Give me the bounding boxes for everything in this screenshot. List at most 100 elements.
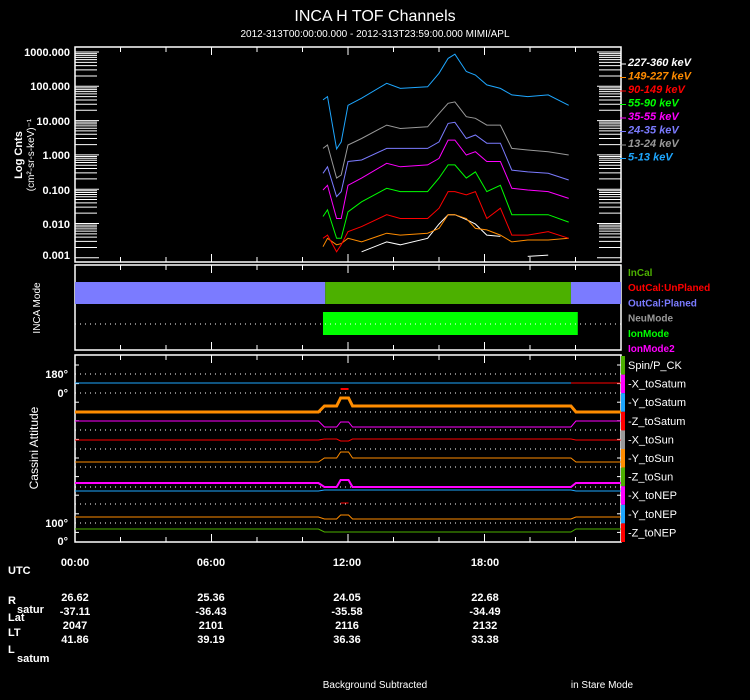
legend-swatch xyxy=(621,393,625,412)
y-axis-label: Cassini Attitude xyxy=(27,406,41,489)
flux-panel-frame xyxy=(74,46,622,263)
figure: INCA H TOF Channels 2012-313T00:00:00.00… xyxy=(8,8,710,691)
legend-swatch xyxy=(621,356,625,375)
time-tick-label: 00:00 xyxy=(61,557,89,569)
row-label: Lat xyxy=(8,612,25,624)
legend: InCal OutCal:UnPlaned OutCal:Planed NeuMode… xyxy=(628,268,710,355)
attitude-line xyxy=(75,489,621,492)
legend-label: 227-360 keV xyxy=(627,57,693,69)
attitude-panel: 180° 0° 100° 0° Cassini Attitude Spin/P_… xyxy=(27,354,686,548)
chart-title: INCA H TOF Channels xyxy=(294,8,455,25)
legend-label: NeuMode xyxy=(628,314,673,325)
legend-label: -Y_toNEP xyxy=(628,509,677,521)
legend-label: 35-55 keV xyxy=(628,111,680,123)
series-line xyxy=(527,254,549,257)
ephemeris-value: -34.49 xyxy=(469,606,500,618)
ephemeris-value: 26.62 xyxy=(61,592,89,604)
ephemeris-value: 2101 xyxy=(199,620,223,632)
mode-interval-bar xyxy=(75,282,326,304)
legend-label: 55-90 keV xyxy=(628,98,680,110)
y-tick-label: 0.010 xyxy=(42,219,70,231)
y-axis-units: (cm²-sr-s-keV)⁻¹ xyxy=(26,118,37,191)
legend-label: InCal xyxy=(628,268,653,279)
attitude-line xyxy=(75,420,621,428)
row-label: LT xyxy=(8,627,21,639)
legend-label: -Z_toNEP xyxy=(628,527,676,539)
legend-label: 149-227 keV xyxy=(628,71,693,83)
legend: 227-360 keV 149-227 keV90-149 keV 55-90 ke… xyxy=(620,57,693,164)
ephemeris-value: 25.36 xyxy=(197,592,225,604)
legend-label: OutCal:UnPlaned xyxy=(628,283,710,294)
y-tick-label: 1000.000 xyxy=(24,47,70,59)
legend-swatch xyxy=(621,449,625,468)
mode-panel: INCA Mode InCal OutCal:UnPlaned OutCal:Pla… xyxy=(32,264,710,355)
ephemeris-value: 2116 xyxy=(335,620,359,632)
ephemeris-value: 2132 xyxy=(473,620,497,632)
utc-label: UTC xyxy=(8,565,31,577)
ephemeris-value: 2047 xyxy=(63,620,87,632)
time-tick-label: 06:00 xyxy=(197,557,225,569)
mode-interval-bar xyxy=(325,282,571,304)
legend-label: -Z_toSatum xyxy=(628,416,685,428)
chart-subtitle: 2012-313T00:00:00.000 - 2012-313T23:59:0… xyxy=(240,29,510,40)
legend-label: -X_toSun xyxy=(628,434,674,446)
ephemeris-value: 22.68 xyxy=(471,592,499,604)
legend-label: 13-24 keV xyxy=(628,138,680,150)
ephemeris-value: 41.86 xyxy=(61,634,89,646)
y-tick-label: 10.000 xyxy=(36,116,70,128)
attitude-line xyxy=(75,479,621,488)
y-tick-label: 0.100 xyxy=(42,185,70,197)
y-tick-label: 100.000 xyxy=(30,81,70,93)
legend-label: -X_toSatum xyxy=(628,379,686,391)
flux-panel: 1000.000 100.000 10.000 1.000 0.100 0.01… xyxy=(13,46,693,263)
ephemeris-value: 39.19 xyxy=(197,634,225,646)
legend-swatch xyxy=(621,504,625,524)
y-tick-label: 0° xyxy=(57,388,68,400)
y-axis-label: INCA Mode xyxy=(32,282,43,334)
row-label-subscript: satum xyxy=(17,653,50,665)
footer-background-note: Background Subtracted xyxy=(323,680,428,691)
attitude-line xyxy=(75,451,621,463)
mode-panel-frame xyxy=(74,264,622,351)
legend-swatch xyxy=(621,467,625,487)
ephemeris-value: 33.38 xyxy=(471,634,499,646)
series-line xyxy=(322,214,569,247)
ephemeris-value: -36.43 xyxy=(195,606,226,618)
legend-label: IonMode2 xyxy=(628,344,675,355)
legend-label: -Y_toSatum xyxy=(628,397,686,409)
footer-mode-note: in Stare Mode xyxy=(571,680,634,691)
ephemeris-value: 24.05 xyxy=(333,592,361,604)
row-label: R xyxy=(8,595,16,607)
legend-swatch xyxy=(621,486,625,505)
legend-label: IonMode xyxy=(628,329,670,340)
y-tick-label: 1.000 xyxy=(42,150,70,162)
time-tick-label: 18:00 xyxy=(471,557,499,569)
legend-label: -Z_toSun xyxy=(628,472,673,484)
legend-label: -X_toNEP xyxy=(628,490,677,502)
series-line xyxy=(322,121,569,198)
legend-swatch xyxy=(621,523,625,542)
series-line xyxy=(322,53,569,151)
attitude-line xyxy=(75,396,621,414)
legend-swatch xyxy=(621,411,625,431)
attitude-line xyxy=(75,528,621,533)
mode-interval-bar xyxy=(570,282,621,304)
attitude-line xyxy=(75,438,621,442)
y-tick-label: 100° xyxy=(45,518,68,530)
legend: Spin/P_CK -X_toSatum -Y_toSatum -Z_toSatum -… xyxy=(621,356,686,542)
ephemeris-value: 36.36 xyxy=(333,634,361,646)
legend-label: 5-13 keV xyxy=(628,152,674,164)
legend-swatch xyxy=(621,430,625,449)
y-tick-label: 0.001 xyxy=(42,250,70,262)
ephemeris-value: -37.11 xyxy=(60,606,91,618)
ephemeris-table: UTC 00:00 06:00 12:00 18:00 Rsatur26.62 2… xyxy=(8,557,501,665)
legend-label: 24-35 keV xyxy=(627,125,680,137)
series-line xyxy=(322,190,569,253)
legend-label: 90-149 keV xyxy=(628,84,687,96)
row-label: L xyxy=(8,644,15,656)
legend-swatch xyxy=(621,374,625,394)
series-line xyxy=(322,139,569,219)
time-tick-label: 12:00 xyxy=(333,557,361,569)
legend-label: OutCal:Planed xyxy=(628,298,697,309)
y-tick-label: 180° xyxy=(45,369,68,381)
